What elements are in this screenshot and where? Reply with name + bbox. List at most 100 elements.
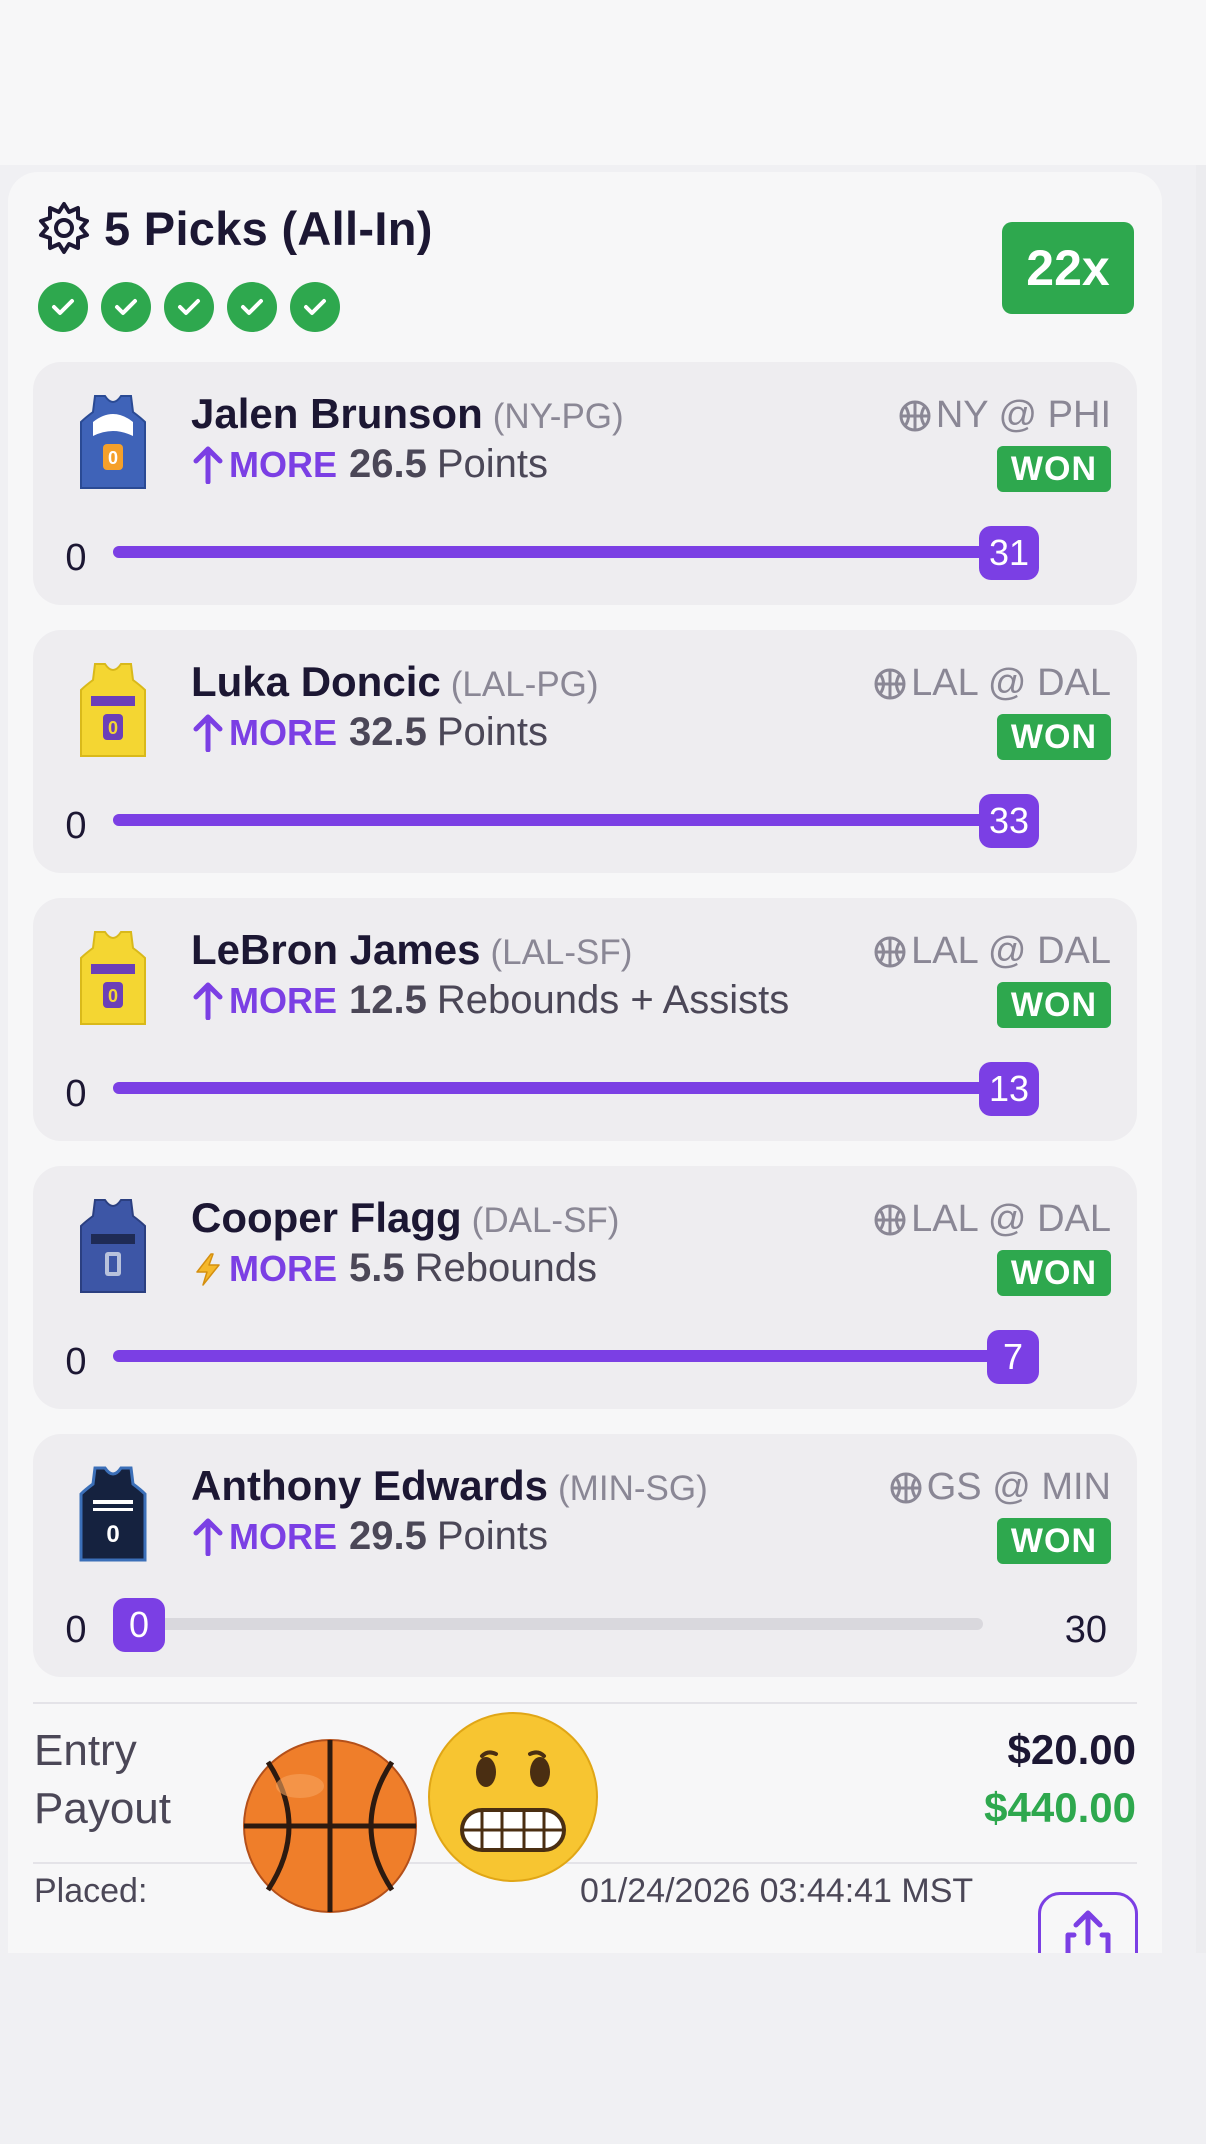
player-team: (LAL-PG) xyxy=(450,665,599,704)
player-team: (NY-PG) xyxy=(492,397,624,436)
status-badge: WON xyxy=(996,1518,1111,1564)
check-icon xyxy=(227,282,277,332)
entry-label: Entry xyxy=(34,1726,137,1775)
player-name: LeBron James xyxy=(191,926,481,973)
game-matchup: LAL @ DAL xyxy=(911,662,1111,704)
payout-multiplier-badge: 22x xyxy=(1002,222,1134,314)
pick-line: 12.5 xyxy=(349,978,427,1022)
svg-text:0: 0 xyxy=(106,1521,119,1548)
pick-direction: MORE xyxy=(229,443,337,485)
placed-label: Placed: xyxy=(34,1872,148,1910)
progress-track: 31 xyxy=(113,526,1040,580)
arrow-up-icon xyxy=(193,982,223,1020)
actual-value-bubble: 7 xyxy=(987,1330,1039,1384)
pick-stat: Points xyxy=(436,442,549,486)
grimacing-face-emoji-icon xyxy=(428,1712,598,1882)
pick-direction: MORE xyxy=(229,1247,337,1289)
lineup-card: 5 Picks (All-In) 22x 0 Jalen Brunson (NY… xyxy=(8,172,1162,1953)
progress-min: 0 xyxy=(65,1073,87,1115)
payout-label: Payout xyxy=(34,1784,171,1833)
check-icon xyxy=(164,282,214,332)
player-team: (MIN-SG) xyxy=(558,1469,708,1508)
placed-timestamp: 01/24/2026 03:44:41 MST xyxy=(580,1872,974,1910)
player-team: (LAL-SF) xyxy=(490,933,633,972)
pick-line: 32.5 xyxy=(349,710,427,754)
share-button[interactable] xyxy=(1038,1892,1138,1953)
pick-stat: Points xyxy=(436,710,549,754)
pick-card[interactable]: 0 Anthony Edwards (MIN-SG) MORE 29.5 Poi… xyxy=(33,1434,1137,1677)
progress-min: 0 xyxy=(65,805,87,847)
actual-value-bubble: 33 xyxy=(979,794,1040,848)
game-matchup: NY @ PHI xyxy=(935,394,1111,436)
pick-stat: Points xyxy=(436,1514,549,1558)
lineup-title: 5 Picks (All-In) xyxy=(104,201,433,255)
progress-track: 33 xyxy=(113,794,1040,848)
pick-card[interactable]: 0 Luka Doncic (LAL-PG) MORE 32.5 Points … xyxy=(33,630,1137,873)
pick-line: 5.5 xyxy=(349,1246,405,1290)
pick-card[interactable]: 0 LeBron James (LAL-SF) MORE 12.5 Reboun… xyxy=(33,898,1137,1141)
pick-stat: Rebounds + Assists xyxy=(436,978,790,1022)
svg-text:0: 0 xyxy=(108,986,118,1006)
bottom-background xyxy=(0,1953,1206,2144)
game-matchup: LAL @ DAL xyxy=(911,1198,1111,1240)
progress-max: 30 xyxy=(1064,1609,1107,1651)
progress-min: 0 xyxy=(65,537,87,579)
player-name: Cooper Flagg xyxy=(191,1194,462,1241)
divider xyxy=(33,1702,1137,1704)
status-badge: WON xyxy=(996,446,1111,492)
check-icon xyxy=(101,282,151,332)
timberwolves-jersey-icon: 0 xyxy=(79,1466,147,1562)
svg-text:0: 0 xyxy=(108,718,118,738)
progress-fill xyxy=(113,1082,1035,1094)
status-badge: WON xyxy=(996,1250,1111,1296)
pick-line: 26.5 xyxy=(349,442,427,486)
status-badge: WON xyxy=(996,982,1111,1028)
payout-amount: $440.00 xyxy=(984,1784,1136,1831)
arrow-up-icon xyxy=(193,1518,223,1556)
basketball-icon xyxy=(874,668,906,699)
scroll-edge xyxy=(1196,165,1206,1953)
lightning-icon xyxy=(196,1252,220,1286)
game-matchup: LAL @ DAL xyxy=(911,930,1111,972)
player-name: Jalen Brunson xyxy=(191,390,483,437)
svg-text:0: 0 xyxy=(108,448,118,468)
player-team: (DAL-SF) xyxy=(471,1201,620,1240)
progress-min: 0 xyxy=(65,1609,87,1651)
pick-direction: MORE xyxy=(229,711,337,753)
progress-fill xyxy=(113,546,1035,558)
pick-direction: MORE xyxy=(229,979,337,1021)
entry-amount: $20.00 xyxy=(1007,1726,1136,1773)
basketball-icon xyxy=(890,1472,922,1503)
knicks-jersey-icon: 0 xyxy=(80,395,146,489)
share-icon xyxy=(1065,1910,1111,1953)
pick-card[interactable]: Cooper Flagg (DAL-SF) MORE 5.5 Rebounds … xyxy=(33,1166,1137,1409)
progress-track: 0 xyxy=(113,1598,983,1652)
basketball-emoji-icon xyxy=(243,1739,417,1913)
player-name: Anthony Edwards xyxy=(191,1462,549,1509)
pick-direction: MORE xyxy=(229,1515,337,1557)
basketball-icon xyxy=(874,1204,906,1235)
lineup-header: 5 Picks (All-In) xyxy=(36,200,433,256)
check-icon xyxy=(290,282,340,332)
pick-result-checks xyxy=(38,282,340,332)
lakers-jersey-icon: 0 xyxy=(80,663,146,757)
progress-min: 0 xyxy=(65,1341,87,1383)
progress-track: 7 xyxy=(113,1330,1039,1384)
pick-card[interactable]: 0 Jalen Brunson (NY-PG) MORE 26.5 Points… xyxy=(33,362,1137,605)
basketball-icon xyxy=(874,936,906,967)
game-matchup: GS @ MIN xyxy=(926,1466,1111,1508)
actual-value-bubble: 31 xyxy=(979,526,1040,580)
progress-track: 13 xyxy=(113,1062,1040,1116)
progress-fill xyxy=(113,814,1035,826)
actual-value-bubble: 13 xyxy=(979,1062,1040,1116)
mavericks-jersey-icon xyxy=(80,1199,146,1293)
pick-stat: Rebounds xyxy=(414,1246,597,1290)
status-bar-area xyxy=(0,0,1206,165)
lakers-jersey-icon: 0 xyxy=(80,931,146,1025)
arrow-up-icon xyxy=(193,446,223,484)
progress-fill xyxy=(113,1350,1035,1362)
arrow-up-icon xyxy=(193,714,223,752)
pick-line: 29.5 xyxy=(349,1514,427,1558)
check-icon xyxy=(38,282,88,332)
actual-value-bubble: 0 xyxy=(113,1598,165,1652)
